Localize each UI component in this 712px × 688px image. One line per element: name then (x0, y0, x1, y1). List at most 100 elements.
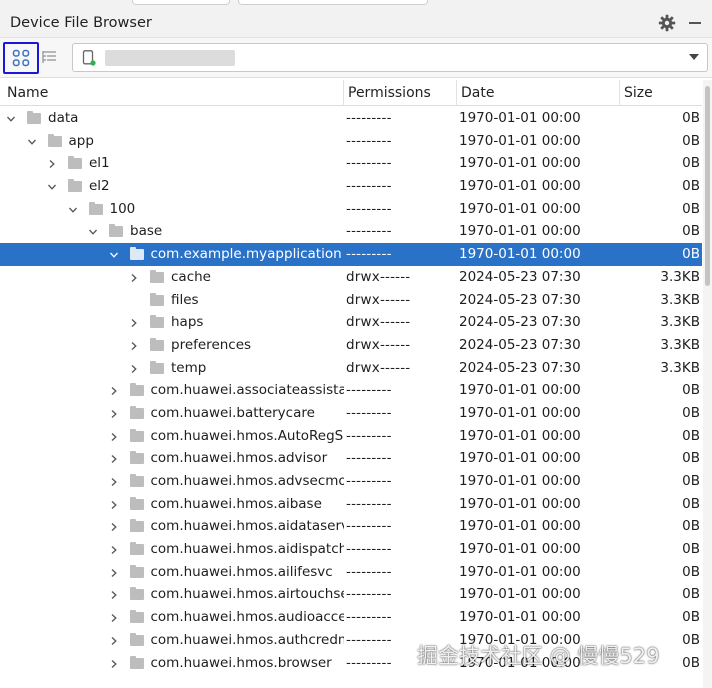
scrollbar-thumb[interactable] (705, 86, 710, 286)
chevron-right-icon[interactable] (110, 659, 118, 668)
file-tree: data --------- 1970-01-01 00:00 0B app ------… (0, 107, 702, 674)
name-cell: cache (0, 266, 344, 289)
table-row-selected[interactable]: com.example.myapplication --------- 1970-0… (0, 243, 702, 266)
table-row[interactable]: com.huawei.hmos.aidataservi --------- 1970… (0, 515, 702, 538)
name-cell: com.huawei.associateassistan (0, 379, 344, 402)
file-name: com.huawei.associateassistan (150, 382, 345, 399)
table-row[interactable]: com.huawei.hmos.audioacces --------- 1970-… (0, 606, 702, 629)
folder-icon (129, 247, 144, 261)
size-cell: 0B (682, 200, 700, 217)
chevron-right-icon[interactable] (110, 636, 118, 645)
folder-icon (129, 496, 144, 510)
chevron-right-icon[interactable] (130, 319, 138, 328)
table-row[interactable]: haps drwx------ 2024-05-23 07:30 3.3KB (0, 311, 702, 334)
table-row[interactable]: com.huawei.hmos.aibase --------- 1970-01-0… (0, 493, 702, 516)
chevron-right-icon[interactable] (130, 341, 138, 350)
permissions-cell: --------- (346, 473, 392, 489)
chevron-right-icon[interactable] (110, 523, 118, 532)
column-header-date[interactable]: Date (457, 80, 620, 106)
chevron-right-icon[interactable] (110, 500, 118, 509)
top-strip (0, 0, 712, 8)
folder-icon (150, 360, 164, 374)
table-row[interactable]: el1 --------- 1970-01-01 00:00 0B (0, 152, 702, 175)
permissions-cell: drwx------ (346, 336, 411, 353)
date-cell: 2024-05-23 07:30 (459, 268, 581, 285)
chevron-down-icon[interactable] (89, 228, 97, 236)
grid-view-button[interactable] (3, 42, 39, 74)
date-cell: 1970-01-01 00:00 (459, 450, 581, 467)
folder-icon (68, 179, 82, 193)
table-header: Name Permissions Date Size (0, 80, 702, 106)
column-header-size[interactable]: Size (620, 80, 702, 106)
chevron-right-icon[interactable] (110, 455, 118, 464)
chevron-right-icon[interactable] (130, 273, 138, 282)
table-row[interactable]: com.huawei.hmos.AutoRegSe --------- 1970-0… (0, 425, 702, 448)
chevron-right-icon[interactable] (110, 568, 118, 577)
table-row[interactable]: base --------- 1970-01-01 00:00 0B (0, 220, 702, 243)
chevron-right-icon[interactable] (110, 591, 118, 600)
table-row[interactable]: cache drwx------ 2024-05-23 07:30 3.3KB (0, 266, 702, 289)
folder-icon (129, 587, 144, 601)
list-view-icon[interactable] (40, 47, 60, 67)
gear-icon[interactable] (658, 14, 676, 32)
file-name: com.huawei.hmos.AutoRegSe (150, 427, 345, 444)
file-name: el2 (89, 178, 110, 195)
file-name: com.huawei.hmos.advsecmod (150, 473, 345, 489)
watermark: 掘金技术社区 @ 慢慢529 (417, 644, 660, 668)
chevron-right-icon[interactable] (110, 478, 118, 486)
minimize-icon[interactable] (689, 22, 701, 24)
vertical-scrollbar[interactable] (703, 80, 712, 688)
date-cell: 1970-01-01 00:00 (459, 495, 581, 512)
chevron-right-icon[interactable] (110, 432, 118, 441)
name-cell: haps (0, 311, 344, 334)
chevron-right-icon[interactable] (130, 364, 138, 373)
table-row[interactable]: com.huawei.hmos.advisor --------- 1970-01-… (0, 447, 702, 470)
chevron-right-icon[interactable] (110, 614, 118, 623)
chevron-down-icon[interactable] (27, 138, 36, 146)
date-cell: 2024-05-23 07:30 (459, 336, 581, 353)
column-header-name[interactable]: Name (0, 80, 344, 106)
chevron-down-icon[interactable] (48, 183, 56, 191)
name-cell: com.huawei.hmos.audioacces (0, 606, 344, 629)
table-row[interactable]: preferences drwx------ 2024-05-23 07:30 3.3… (0, 334, 702, 357)
folder-icon (129, 451, 144, 465)
size-cell: 0B (682, 586, 700, 603)
chevron-down-icon[interactable] (689, 54, 699, 60)
table-row[interactable]: 100 --------- 1970-01-01 00:00 0B (0, 198, 702, 221)
table-row[interactable]: com.huawei.hmos.ailifesvc --------- 1970-0… (0, 561, 702, 584)
file-name: com.huawei.hmos.authcredmg (150, 631, 345, 648)
chevron-down-icon[interactable] (109, 251, 118, 259)
date-cell: 2024-05-23 07:30 (459, 314, 581, 331)
file-name: cache (171, 268, 211, 285)
table-row[interactable]: data --------- 1970-01-01 00:00 0B (0, 107, 702, 130)
column-header-permissions[interactable]: Permissions (344, 80, 457, 106)
folder-icon (27, 111, 41, 124)
chevron-right-icon[interactable] (48, 160, 56, 169)
name-cell: com.huawei.hmos.aidataservi (0, 515, 344, 538)
name-cell: 100 (0, 198, 344, 221)
table-row[interactable]: com.huawei.batterycare --------- 1970-01-0… (0, 402, 702, 425)
size-cell: 0B (682, 110, 700, 126)
table-row[interactable]: com.huawei.hmos.airtouchser --------- 1970… (0, 583, 702, 606)
table-row[interactable]: app --------- 1970-01-01 00:00 0B (0, 130, 702, 153)
chevron-down-icon[interactable] (68, 206, 77, 214)
folder-icon (68, 156, 82, 170)
chevron-right-icon[interactable] (110, 409, 118, 418)
device-select[interactable] (72, 43, 708, 72)
chevron-right-icon[interactable] (110, 387, 118, 396)
editor-tab[interactable] (132, 0, 230, 5)
table-row[interactable]: files drwx------ 2024-05-23 07:30 3.3KB (0, 289, 702, 312)
table-row[interactable]: el2 --------- 1970-01-01 00:00 0B (0, 175, 702, 198)
editor-tab[interactable] (238, 0, 428, 5)
table-row[interactable]: com.huawei.associateassistan --------- 197… (0, 379, 702, 402)
chevron-down-icon[interactable] (7, 115, 15, 123)
folder-icon (129, 655, 144, 669)
permissions-cell: --------- (346, 609, 392, 626)
file-name: com.huawei.hmos.browser (150, 654, 332, 671)
table-row[interactable]: com.huawei.hmos.advsecmod --------- 1970-0… (0, 470, 702, 493)
file-name: com.huawei.hmos.audioacces (150, 609, 345, 626)
table-row[interactable]: com.huawei.hmos.aidispatchs --------- 1970… (0, 538, 702, 561)
chevron-right-icon[interactable] (110, 546, 118, 555)
table-row[interactable]: temp drwx------ 2024-05-23 07:30 3.3KB (0, 357, 702, 380)
name-cell: com.huawei.batterycare (0, 402, 344, 425)
